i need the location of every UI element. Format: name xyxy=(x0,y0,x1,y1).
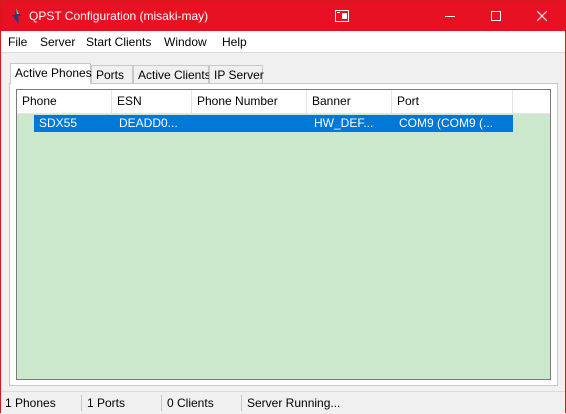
cell-phone-number xyxy=(199,115,304,132)
maximize-icon[interactable] xyxy=(473,1,519,31)
menu-start-clients[interactable]: Start Clients xyxy=(86,35,151,49)
active-phones-list[interactable]: Phone ESN Phone Number Banner Port SDX55… xyxy=(16,89,551,380)
status-server: Server Running... xyxy=(247,396,341,410)
title-bar[interactable]: QPST Configuration (misaki-may) xyxy=(1,1,565,31)
menu-bar: File Server Start Clients Window Help xyxy=(1,31,565,53)
column-header-phone[interactable]: Phone xyxy=(17,90,112,113)
status-phones: 1 Phones xyxy=(5,396,56,410)
menu-help[interactable]: Help xyxy=(222,35,247,49)
column-header-port[interactable]: Port xyxy=(392,90,513,113)
status-clients: 0 Clients xyxy=(167,396,214,410)
qpst-app-icon[interactable] xyxy=(9,8,23,24)
status-divider xyxy=(161,395,162,411)
status-ports: 1 Ports xyxy=(87,396,126,410)
status-divider xyxy=(81,395,82,411)
column-header-banner[interactable]: Banner xyxy=(307,90,392,113)
cell-esn: DEADD0... xyxy=(119,116,178,130)
window-title: QPST Configuration (misaki-may) xyxy=(29,9,209,23)
status-bar: 1 Phones 1 Ports 0 Clients Server Runnin… xyxy=(1,391,565,414)
cell-port: COM9 (COM9 (... xyxy=(399,116,494,130)
tab-ip-server[interactable]: IP Server xyxy=(209,65,264,83)
menu-window[interactable]: Window xyxy=(164,35,207,49)
table-row[interactable]: SDX55 DEADD0... HW_DEF... COM9 (COM9 (..… xyxy=(34,115,513,132)
menu-file[interactable]: File xyxy=(8,35,27,49)
menu-server[interactable]: Server xyxy=(40,35,75,49)
restore-icon[interactable] xyxy=(319,1,365,31)
status-divider xyxy=(241,395,242,411)
tab-active-clients[interactable]: Active Clients xyxy=(133,65,211,83)
close-icon[interactable] xyxy=(519,1,565,31)
cell-banner: HW_DEF... xyxy=(314,116,374,130)
minimize-icon[interactable] xyxy=(427,1,473,31)
list-header: Phone ESN Phone Number Banner Port xyxy=(17,90,550,114)
column-header-phone-number[interactable]: Phone Number xyxy=(192,90,307,113)
app-window: QPST Configuration (misaki-may) File Ser… xyxy=(0,0,566,414)
cell-phone: SDX55 xyxy=(39,116,78,130)
tab-ports[interactable]: Ports xyxy=(91,65,133,83)
tab-active-phones[interactable]: Active Phones xyxy=(10,63,92,84)
column-header-esn[interactable]: ESN xyxy=(112,90,192,113)
